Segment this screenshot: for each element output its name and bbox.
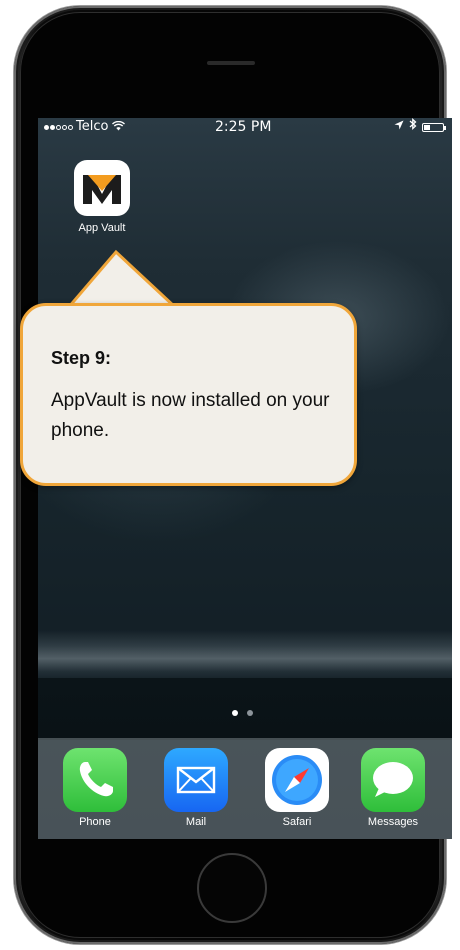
location-arrow-icon xyxy=(394,118,404,136)
callout-title: Step 9: xyxy=(51,348,112,368)
app-vault-label: App Vault xyxy=(78,222,126,234)
phone-icon xyxy=(63,748,127,812)
earpiece-speaker xyxy=(207,61,255,65)
dock-app-phone[interactable]: Phone xyxy=(55,748,135,828)
safari-compass-icon xyxy=(265,748,329,812)
status-time: 2:25 PM xyxy=(215,119,272,135)
home-button[interactable] xyxy=(197,853,267,923)
dock-app-messages[interactable]: Messages xyxy=(353,748,433,828)
dock-label-phone: Phone xyxy=(79,816,111,828)
dock-label-safari: Safari xyxy=(282,816,312,828)
mail-icon xyxy=(164,748,228,812)
signal-strength-icon xyxy=(44,124,73,130)
dock-label-mail: Mail xyxy=(185,816,207,828)
carrier-name: Telco xyxy=(76,119,109,134)
callout-body: AppVault is now installed on your phone. xyxy=(51,390,330,441)
instruction-callout: Step 9: AppVault is now installed on you… xyxy=(20,303,357,486)
dock-app-safari[interactable]: Safari xyxy=(257,748,337,828)
wifi-icon xyxy=(112,118,126,136)
app-vault-app[interactable]: App Vault xyxy=(68,160,136,234)
appvault-logo-icon xyxy=(74,160,130,216)
dock-label-messages: Messages xyxy=(367,816,419,828)
battery-icon xyxy=(422,122,446,132)
status-bar: Telco 2:25 PM xyxy=(38,118,452,136)
wallpaper-beach xyxy=(38,678,452,740)
status-right xyxy=(394,118,446,136)
dock: Phone Mail Safari Messages xyxy=(38,738,452,839)
status-left: Telco xyxy=(44,118,126,136)
wallpaper-waves xyxy=(38,630,452,682)
page-dot-2 xyxy=(247,710,253,716)
page-dot-1 xyxy=(232,710,238,716)
messages-icon xyxy=(361,748,425,812)
page-indicator[interactable] xyxy=(232,710,253,716)
bluetooth-icon xyxy=(409,118,417,136)
dock-app-mail[interactable]: Mail xyxy=(156,748,236,828)
callout-pointer xyxy=(68,249,178,308)
